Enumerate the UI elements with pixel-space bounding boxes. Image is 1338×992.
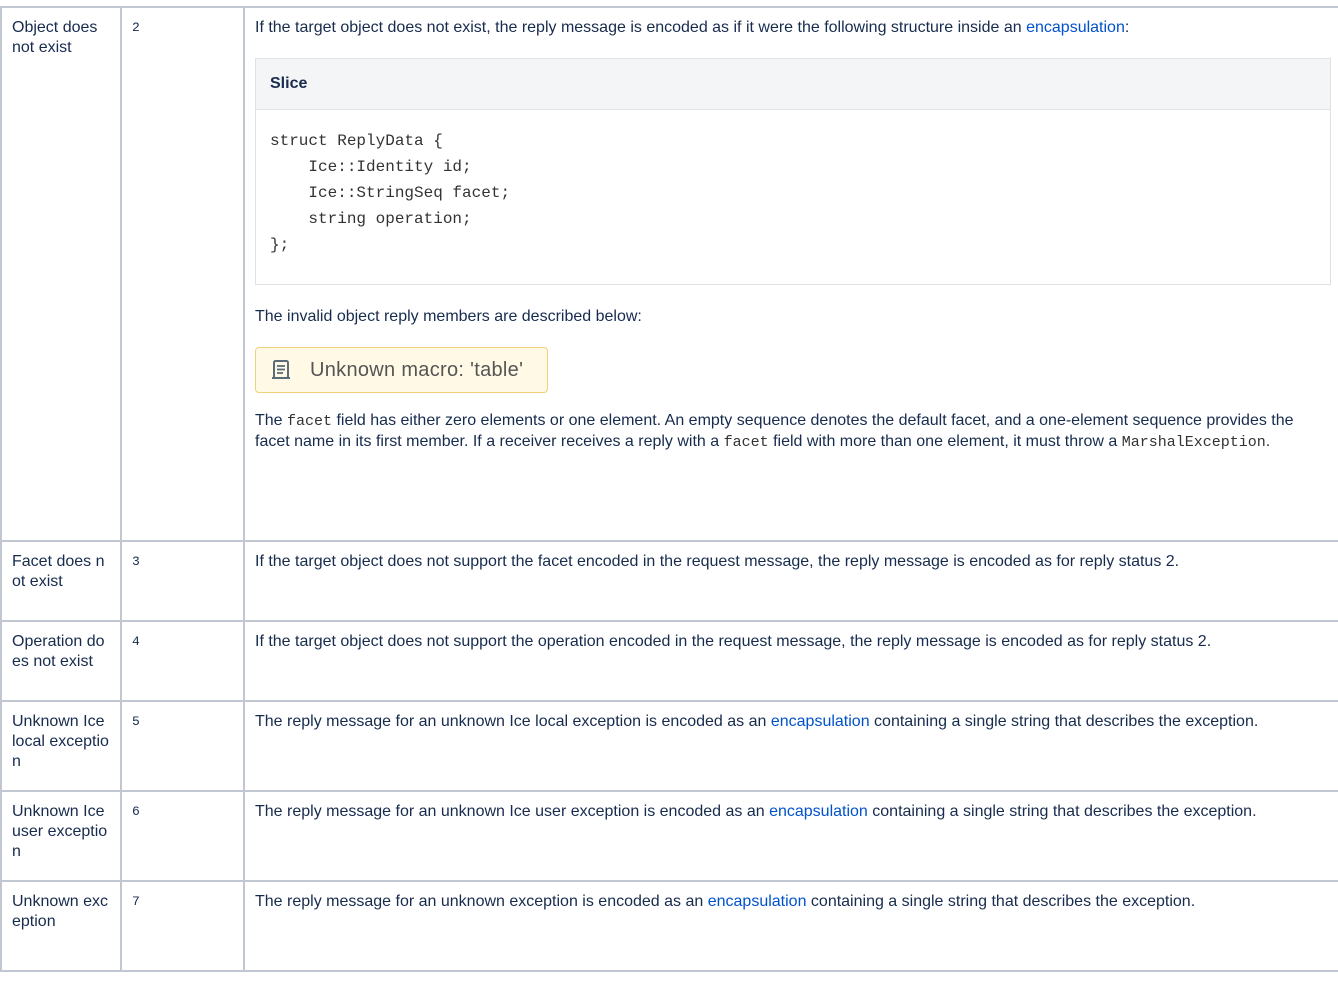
status-description: If the target object does not support th… <box>243 620 1338 702</box>
facet-code: facet <box>723 434 769 451</box>
table-row: Facet does not exist 3 If the target obj… <box>0 540 1338 622</box>
table-row: Unknown exception 7 The reply message fo… <box>0 880 1338 972</box>
status-code: 2 <box>120 6 245 542</box>
status-description: If the target object does not support th… <box>243 540 1338 622</box>
status-code: 5 <box>120 700 245 792</box>
code-panel: Slice struct ReplyData { Ice::Identity i… <box>255 58 1331 285</box>
facet-paragraph: The facet field has either zero elements… <box>255 412 1294 451</box>
facet-code: facet <box>287 413 333 430</box>
status-description: The reply message for an unknown Ice use… <box>243 790 1338 882</box>
status-description: The reply message for an unknown Ice loc… <box>243 700 1338 792</box>
code-block: struct ReplyData { Ice::Identity id; Ice… <box>270 132 511 254</box>
status-name: Facet does not exist <box>0 540 122 622</box>
reply-status-table: Object does not exist 2 If the target ob… <box>0 6 1338 972</box>
table-row: Unknown Ice local exception 5 The reply … <box>0 700 1338 792</box>
status-name: Operation does not exist <box>0 620 122 702</box>
intro-paragraph: If the target object does not exist, the… <box>255 19 1130 36</box>
unknown-macro-box: Unknown macro: 'table' <box>255 347 549 393</box>
status-description: If the target object does not exist, the… <box>243 6 1338 542</box>
status-name: Unknown Ice local exception <box>0 700 122 792</box>
encapsulation-link[interactable]: encapsulation <box>769 803 868 820</box>
macro-text: Unknown macro: 'table' <box>310 359 524 381</box>
encapsulation-link[interactable]: encapsulation <box>708 893 807 910</box>
marshal-exception-code: MarshalException <box>1121 434 1266 451</box>
status-code: 4 <box>120 620 245 702</box>
table-row: Unknown Ice user exception 6 The reply m… <box>0 790 1338 882</box>
status-code: 6 <box>120 790 245 882</box>
status-name: Unknown exception <box>0 880 122 972</box>
status-code: 7 <box>120 880 245 972</box>
encapsulation-link[interactable]: encapsulation <box>1026 19 1125 36</box>
members-paragraph: The invalid object reply members are des… <box>255 308 642 325</box>
table-row: Operation does not exist 4 If the target… <box>0 620 1338 702</box>
status-code: 3 <box>120 540 245 622</box>
status-description: The reply message for an unknown excepti… <box>243 880 1338 972</box>
table-row: Object does not exist 2 If the target ob… <box>0 6 1338 542</box>
status-name: Object does not exist <box>0 6 122 542</box>
encapsulation-link[interactable]: encapsulation <box>771 713 870 730</box>
status-name: Unknown Ice user exception <box>0 790 122 882</box>
code-panel-title: Slice <box>256 59 1330 110</box>
scroll-icon <box>268 358 294 382</box>
scroll-icon-graphic <box>272 360 290 379</box>
